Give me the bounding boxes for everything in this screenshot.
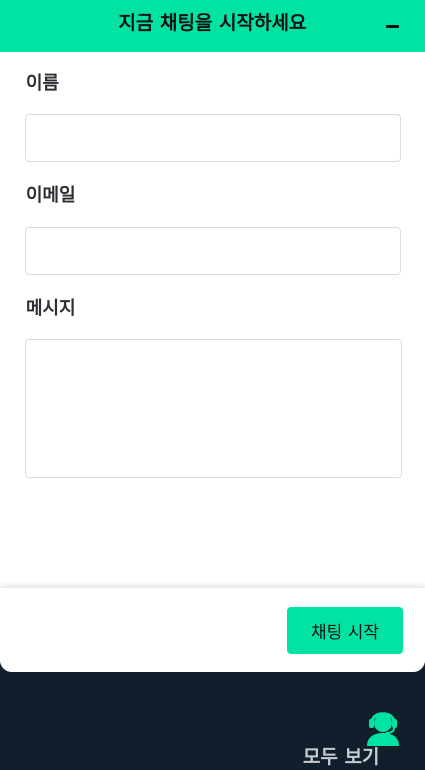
view-all-link[interactable]: 모두 보기	[303, 744, 380, 770]
email-label: 이메일	[26, 185, 76, 206]
headset-agent-icon[interactable]	[363, 704, 403, 746]
chat-panel: 지금 채팅을 시작하세요 이름 이메일 메시지 채팅 시작	[0, 0, 425, 672]
email-input[interactable]	[25, 227, 401, 275]
name-label: 이름	[26, 73, 60, 94]
name-input[interactable]	[25, 114, 401, 162]
chat-header: 지금 채팅을 시작하세요	[0, 0, 425, 52]
start-chat-button[interactable]: 채팅 시작	[287, 607, 403, 654]
chat-header-title: 지금 채팅을 시작하세요	[118, 12, 307, 34]
minimize-icon	[386, 25, 399, 28]
chat-footer: 채팅 시작	[0, 587, 425, 672]
minimize-button[interactable]	[378, 12, 408, 40]
message-textarea[interactable]	[25, 339, 402, 478]
message-label: 메시지	[26, 298, 76, 319]
